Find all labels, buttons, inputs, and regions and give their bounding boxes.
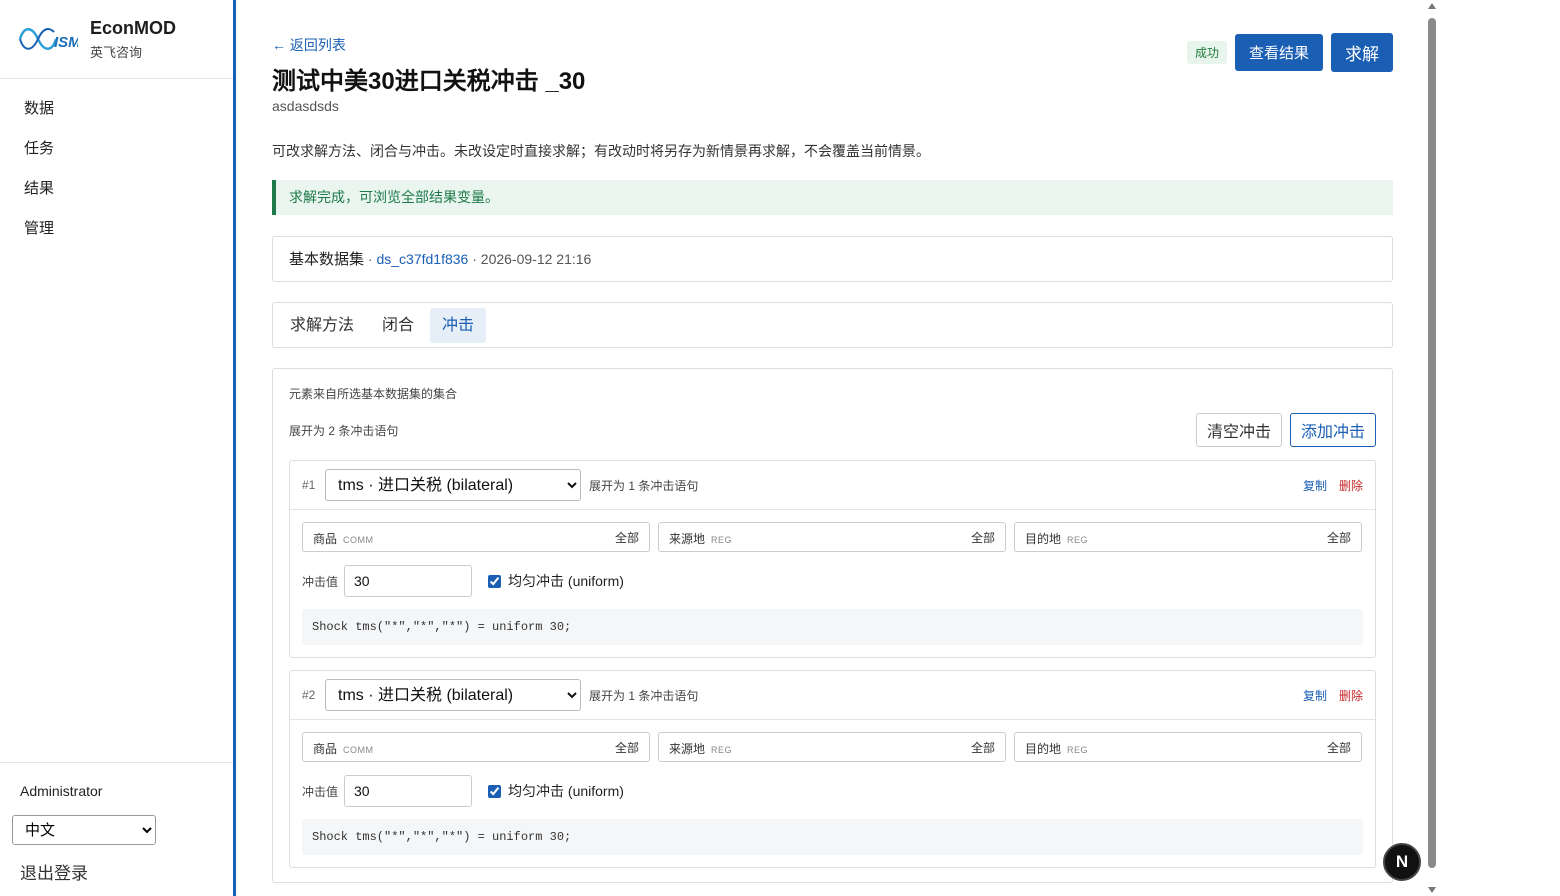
sidebar-nav: 数据 任务 结果 管理 bbox=[0, 79, 233, 249]
shock-statement-preview: Shock tms("*","*","*") = uniform 30; bbox=[302, 609, 1363, 645]
page-scrollbar[interactable] bbox=[1426, 0, 1438, 896]
dim-label: 目的地 bbox=[1025, 532, 1062, 546]
shock-number: #1 bbox=[302, 478, 316, 492]
dataset-info: 基本数据集 · ds_c37fd1f836 · 2026-09-12 21:16 bbox=[272, 236, 1393, 282]
nextjs-dev-badge-icon[interactable]: N bbox=[1383, 843, 1421, 881]
dim-destination-selector[interactable]: 目的地 REG 全部 bbox=[1014, 522, 1362, 552]
brand-name: EconMOD bbox=[90, 17, 177, 38]
shock-dimensions: 商品 COMM 全部 来源地 REG 全部 目的地 REG 全部 bbox=[302, 522, 1362, 552]
dim-set-tag: REG bbox=[711, 745, 733, 755]
shock-card: #2 tms · 进口关税 (bilateral) 展开为 1 条冲击语句 复制… bbox=[289, 670, 1376, 868]
dim-commodity-selector[interactable]: 商品 COMM 全部 bbox=[302, 522, 650, 552]
dim-set-tag: REG bbox=[1067, 745, 1089, 755]
add-shock-button[interactable]: 添加冲击 bbox=[1289, 413, 1376, 447]
dim-label: 商品 bbox=[313, 532, 338, 546]
dim-label: 商品 bbox=[313, 742, 338, 756]
shock-number: #2 bbox=[302, 688, 316, 702]
sidebar-footer: Administrator 中文 退出登录 bbox=[0, 762, 233, 896]
shock-value-label: 冲击值 bbox=[302, 574, 339, 589]
shock-dimensions: 商品 COMM 全部 来源地 REG 全部 目的地 REG 全部 bbox=[302, 732, 1362, 762]
brand-subtitle: 英飞咨询 bbox=[90, 44, 143, 60]
dim-set-tag: COMM bbox=[343, 535, 374, 545]
uniform-label: 均匀冲击 (uniform) bbox=[508, 783, 624, 799]
brand[interactable]: ISM EconMOD 英飞咨询 bbox=[0, 0, 233, 79]
shock-statement-preview: Shock tms("*","*","*") = uniform 30; bbox=[302, 819, 1363, 855]
dim-label: 来源地 bbox=[669, 742, 706, 756]
shock-expand-count: 展开为 1 条冲击语句 bbox=[589, 479, 699, 493]
dim-set-tag: COMM bbox=[343, 745, 374, 755]
dim-set-tag: REG bbox=[711, 535, 733, 545]
dim-destination-selector[interactable]: 目的地 REG 全部 bbox=[1014, 732, 1362, 762]
user-name: Administrator bbox=[20, 783, 103, 799]
logout-link[interactable]: 退出登录 bbox=[20, 859, 88, 884]
dim-label: 目的地 bbox=[1025, 742, 1062, 756]
status-badge: 成功 bbox=[1186, 41, 1227, 64]
shock-card: #1 tms · 进口关税 (bilateral) 展开为 1 条冲击语句 复制… bbox=[289, 460, 1376, 658]
delete-shock-link[interactable]: 删除 bbox=[1339, 477, 1363, 494]
clear-shocks-button[interactable]: 清空冲击 bbox=[1195, 413, 1282, 447]
view-results-button[interactable]: 查看结果 bbox=[1234, 34, 1323, 71]
sidebar-item-admin[interactable]: 管理 bbox=[0, 209, 233, 249]
delete-shock-link[interactable]: 删除 bbox=[1339, 687, 1363, 704]
tab-bar: 求解方法 闭合 冲击 bbox=[272, 302, 1393, 348]
shock-expand-count: 展开为 1 条冲击语句 bbox=[589, 689, 699, 703]
dataset-label: 基本数据集 bbox=[289, 251, 365, 268]
dim-set-tag: REG bbox=[1067, 535, 1089, 545]
shock-header: #1 tms · 进口关税 (bilateral) 展开为 1 条冲击语句 复制… bbox=[290, 461, 1375, 510]
shock-value-row: 冲击值 均匀冲击 (uniform) bbox=[302, 565, 624, 597]
dataset-timestamp: 2026-09-12 21:16 bbox=[480, 251, 592, 267]
tab-shocks[interactable]: 冲击 bbox=[430, 307, 487, 343]
sidebar: ISM EconMOD 英飞咨询 数据 任务 结果 管理 Administrat… bbox=[0, 0, 236, 896]
dim-value: 全部 bbox=[1326, 741, 1351, 755]
sidebar-item-data[interactable]: 数据 bbox=[0, 89, 233, 129]
scroll-up-arrow-icon[interactable] bbox=[1428, 3, 1436, 9]
shock-variable-select[interactable]: tms · 进口关税 (bilateral) bbox=[325, 469, 581, 501]
page-title: 测试中美30进口关税冲击 _30 bbox=[272, 68, 586, 95]
shock-header: #2 tms · 进口关税 (bilateral) 展开为 1 条冲击语句 复制… bbox=[290, 671, 1375, 720]
ism-logo-icon: ISM bbox=[18, 28, 78, 51]
dim-value: 全部 bbox=[970, 531, 995, 545]
solve-button[interactable]: 求解 bbox=[1331, 33, 1393, 72]
shock-variable-select[interactable]: tms · 进口关税 (bilateral) bbox=[325, 679, 581, 711]
elements-hint: 元素来自所选基本数据集的集合 bbox=[289, 387, 458, 401]
uniform-label: 均匀冲击 (uniform) bbox=[508, 573, 624, 589]
header-actions: 成功 查看结果 求解 bbox=[1186, 33, 1393, 72]
success-alert: 求解完成，可浏览全部结果变量。 bbox=[272, 180, 1393, 215]
dataset-separator: · bbox=[468, 251, 481, 267]
dataset-id-link[interactable]: ds_c37fd1f836 bbox=[376, 251, 468, 267]
copy-shock-link[interactable]: 复制 bbox=[1303, 477, 1327, 494]
page-description: 可改求解方法、闭合与冲击。未改设定时直接求解；有改动时将另存为新情景再求解，不会… bbox=[272, 143, 930, 159]
page-subtitle: asdasdsds bbox=[272, 98, 339, 114]
uniform-checkbox[interactable] bbox=[488, 574, 502, 588]
dim-commodity-selector[interactable]: 商品 COMM 全部 bbox=[302, 732, 650, 762]
back-to-list-link[interactable]: ← 返回列表 bbox=[272, 35, 346, 55]
dim-value: 全部 bbox=[970, 741, 995, 755]
dataset-separator: · bbox=[364, 251, 377, 267]
uniform-checkbox[interactable] bbox=[488, 784, 502, 798]
tab-closure[interactable]: 闭合 bbox=[370, 308, 426, 343]
svg-text:ISM: ISM bbox=[54, 34, 78, 51]
dim-value: 全部 bbox=[614, 741, 639, 755]
shock-value-row: 冲击值 均匀冲击 (uniform) bbox=[302, 775, 624, 807]
tab-solve-method[interactable]: 求解方法 bbox=[278, 308, 366, 343]
shocks-actions: 清空冲击 添加冲击 bbox=[1195, 413, 1376, 447]
shocks-panel: 元素来自所选基本数据集的集合 展开为 2 条冲击语句 清空冲击 添加冲击 #1 … bbox=[272, 368, 1393, 883]
shock-value-label: 冲击值 bbox=[302, 784, 339, 799]
dim-source-selector[interactable]: 来源地 REG 全部 bbox=[658, 732, 1006, 762]
copy-shock-link[interactable]: 复制 bbox=[1303, 687, 1327, 704]
language-select[interactable]: 中文 bbox=[12, 815, 156, 845]
expand-count-hint: 展开为 2 条冲击语句 bbox=[289, 424, 399, 438]
dim-label: 来源地 bbox=[669, 532, 706, 546]
sidebar-item-tasks[interactable]: 任务 bbox=[0, 129, 233, 169]
dim-source-selector[interactable]: 来源地 REG 全部 bbox=[658, 522, 1006, 552]
dim-value: 全部 bbox=[1326, 531, 1351, 545]
scroll-down-arrow-icon[interactable] bbox=[1428, 887, 1436, 893]
shock-value-input[interactable] bbox=[344, 775, 473, 807]
dim-value: 全部 bbox=[614, 531, 639, 545]
shock-value-input[interactable] bbox=[344, 565, 473, 597]
scrollbar-thumb[interactable] bbox=[1428, 18, 1436, 868]
sidebar-item-results[interactable]: 结果 bbox=[0, 169, 233, 209]
